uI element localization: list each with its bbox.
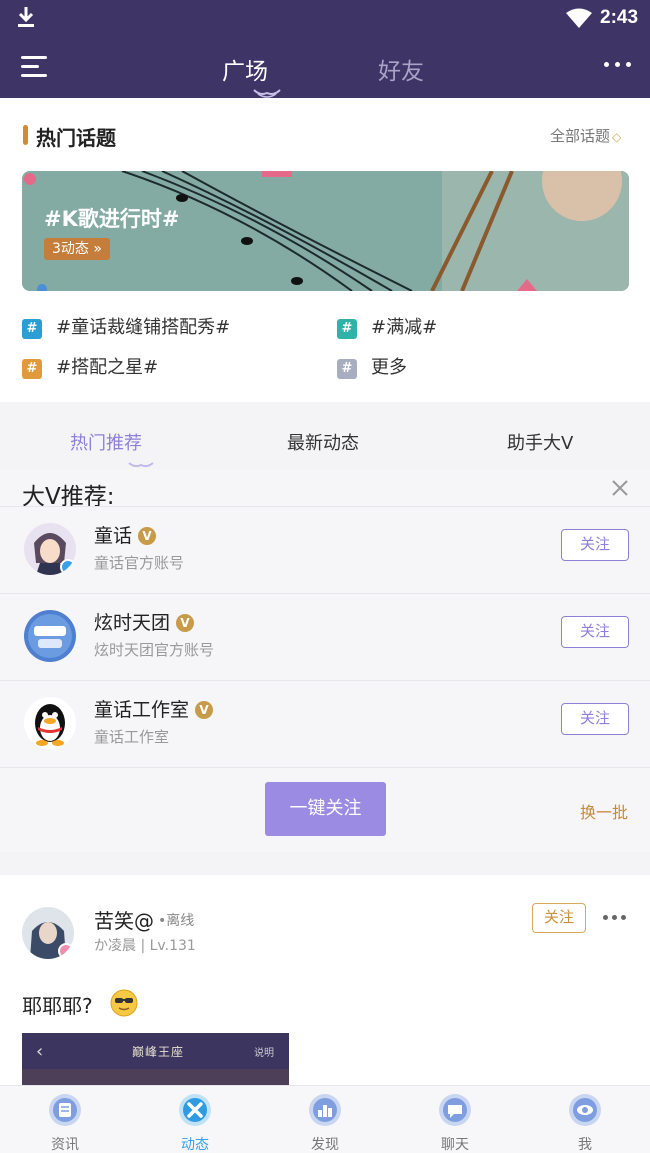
recommend-row[interactable]: 炫时天团 V 炫时天团官方账号 关注 bbox=[0, 593, 650, 679]
more-icon[interactable] bbox=[604, 62, 632, 70]
online-status: •离线 bbox=[158, 913, 195, 929]
nav-news[interactable]: 资讯 bbox=[30, 1091, 100, 1153]
feed-icon bbox=[179, 1094, 211, 1126]
follow-button[interactable]: 关注 bbox=[532, 903, 586, 933]
nav-bar: 广场 好友 bbox=[0, 36, 650, 98]
top-header: 2:43 广场 好友 bbox=[0, 0, 650, 98]
hot-topics-title: 热门话题 bbox=[36, 126, 116, 150]
banner-badge-label: 3动态 bbox=[52, 241, 89, 257]
follow-button[interactable]: 关注 bbox=[561, 616, 629, 648]
user-desc: 炫时天团官方账号 bbox=[94, 641, 215, 659]
nav-label: 聊天 bbox=[441, 1137, 469, 1153]
post-text: 耶耶耶? bbox=[22, 994, 93, 1018]
hash-icon: # bbox=[337, 359, 357, 379]
tab-indicator-icon bbox=[253, 89, 281, 98]
status-bar: 2:43 bbox=[0, 0, 650, 36]
avatar[interactable] bbox=[24, 697, 76, 749]
post-meta: か凌晨 | Lv.131 bbox=[94, 938, 196, 954]
user-name-label: 炫时天团 bbox=[94, 612, 171, 634]
nav-label: 资讯 bbox=[51, 1137, 79, 1153]
banner-badge: 3动态 » bbox=[44, 238, 110, 260]
nav-discover[interactable]: 发现 bbox=[290, 1091, 360, 1153]
avatar[interactable] bbox=[22, 907, 74, 959]
user-name-label: 童话 bbox=[94, 525, 133, 547]
topic-label: #满减# bbox=[371, 317, 438, 338]
verified-icon: V bbox=[138, 527, 157, 545]
tab-square[interactable]: 广场 bbox=[222, 52, 268, 86]
topic-label: 更多 bbox=[371, 357, 407, 378]
close-icon[interactable] bbox=[611, 479, 629, 497]
topic-item[interactable]: # #满减# bbox=[337, 316, 437, 340]
topic-more[interactable]: # 更多 bbox=[337, 356, 407, 380]
topic-label: #搭配之星# bbox=[56, 357, 159, 378]
recommend-row[interactable]: 童话工作室 V 童话工作室 关注 bbox=[0, 680, 650, 766]
avatar[interactable] bbox=[24, 523, 76, 575]
topic-banner[interactable]: #K歌进行时# 3动态 » bbox=[22, 171, 629, 291]
feed-tabs: 热门推荐 最新动态 助手大V bbox=[0, 409, 650, 469]
avatar[interactable] bbox=[24, 610, 76, 662]
follow-button[interactable]: 关注 bbox=[561, 703, 629, 735]
hash-icon: # bbox=[22, 359, 42, 379]
chat-icon bbox=[439, 1094, 471, 1126]
verified-icon: V bbox=[176, 614, 195, 632]
hot-topics-section: 热门话题 全部话题 ◇ #K歌进行时# 3动态 » # #童话裁缝铺搭配秀# # #满… bbox=[0, 98, 650, 402]
diamond-icon: ◇ bbox=[612, 130, 622, 144]
back-icon: ‹ bbox=[36, 1041, 44, 1062]
user-name-label: 童话工作室 bbox=[94, 699, 190, 721]
news-icon bbox=[49, 1094, 81, 1126]
user-desc: 童话官方账号 bbox=[94, 554, 185, 572]
refresh-batch-link[interactable]: 换一批 bbox=[580, 799, 628, 823]
user-name: 炫时天团 V bbox=[94, 608, 195, 635]
hash-icon: # bbox=[22, 319, 42, 339]
hash-icon: # bbox=[337, 319, 357, 339]
section-marker bbox=[23, 125, 28, 145]
post-author[interactable]: 苦笑@ bbox=[94, 905, 154, 934]
recommend-panel: 大V推荐: 童话 V 童话官方账号 关注 炫时天团 V 炫时天团官方账号 关注 … bbox=[0, 469, 650, 852]
penguin-icon bbox=[24, 697, 76, 749]
nav-chat[interactable]: 聊天 bbox=[420, 1091, 490, 1153]
follow-all-button[interactable]: 一键关注 bbox=[265, 782, 386, 836]
all-topics-label: 全部话题 bbox=[550, 127, 611, 145]
user-desc: 童话工作室 bbox=[94, 728, 170, 746]
image-right-label: 说明 bbox=[254, 1048, 274, 1059]
download-icon bbox=[18, 7, 34, 27]
profile-eye-icon bbox=[569, 1094, 601, 1126]
feed-post: 苦笑@ •离线 か凌晨 | Lv.131 关注 耶耶耶? ‹ 巅峰王座 说明 bbox=[0, 875, 650, 1090]
tab-latest[interactable]: 最新动态 bbox=[287, 429, 359, 455]
follow-button[interactable]: 关注 bbox=[561, 529, 629, 561]
topic-item[interactable]: # #搭配之星# bbox=[22, 356, 158, 380]
verified-icon: V bbox=[195, 701, 214, 719]
menu-icon[interactable] bbox=[21, 56, 47, 78]
topic-item[interactable]: # #童话裁缝铺搭配秀# bbox=[22, 316, 230, 340]
sunglasses-emoji-icon bbox=[110, 989, 138, 1017]
user-name: 童话工作室 V bbox=[94, 695, 214, 722]
topic-label: #童话裁缝铺搭配秀# bbox=[56, 317, 231, 338]
recommend-row[interactable]: 童话 V 童话官方账号 关注 bbox=[0, 506, 650, 592]
more-icon[interactable] bbox=[603, 915, 627, 921]
tab-assistant-v[interactable]: 助手大V bbox=[507, 429, 573, 455]
wifi-icon bbox=[566, 8, 592, 28]
status-time: 2:43 bbox=[600, 7, 639, 28]
nav-label: 动态 bbox=[181, 1137, 209, 1153]
user-name: 童话 V bbox=[94, 521, 157, 548]
divider bbox=[0, 767, 650, 768]
image-title: 巅峰王座 bbox=[132, 1045, 185, 1059]
banner-title: #K歌进行时# bbox=[44, 207, 180, 231]
nav-me[interactable]: 我 bbox=[550, 1091, 620, 1153]
tab-indicator-icon bbox=[128, 462, 154, 468]
discover-icon bbox=[309, 1094, 341, 1126]
nav-feed[interactable]: 动态 bbox=[160, 1091, 230, 1153]
tab-friends[interactable]: 好友 bbox=[378, 52, 424, 86]
tab-hot-recommend[interactable]: 热门推荐 bbox=[70, 429, 142, 455]
all-topics-link[interactable]: 全部话题 ◇ bbox=[550, 125, 621, 146]
nav-label: 我 bbox=[578, 1137, 592, 1153]
bottom-nav: 资讯 动态 发现 聊天 我 bbox=[0, 1085, 650, 1153]
nav-label: 发现 bbox=[311, 1137, 339, 1153]
post-image[interactable]: ‹ 巅峰王座 说明 bbox=[22, 1033, 289, 1090]
